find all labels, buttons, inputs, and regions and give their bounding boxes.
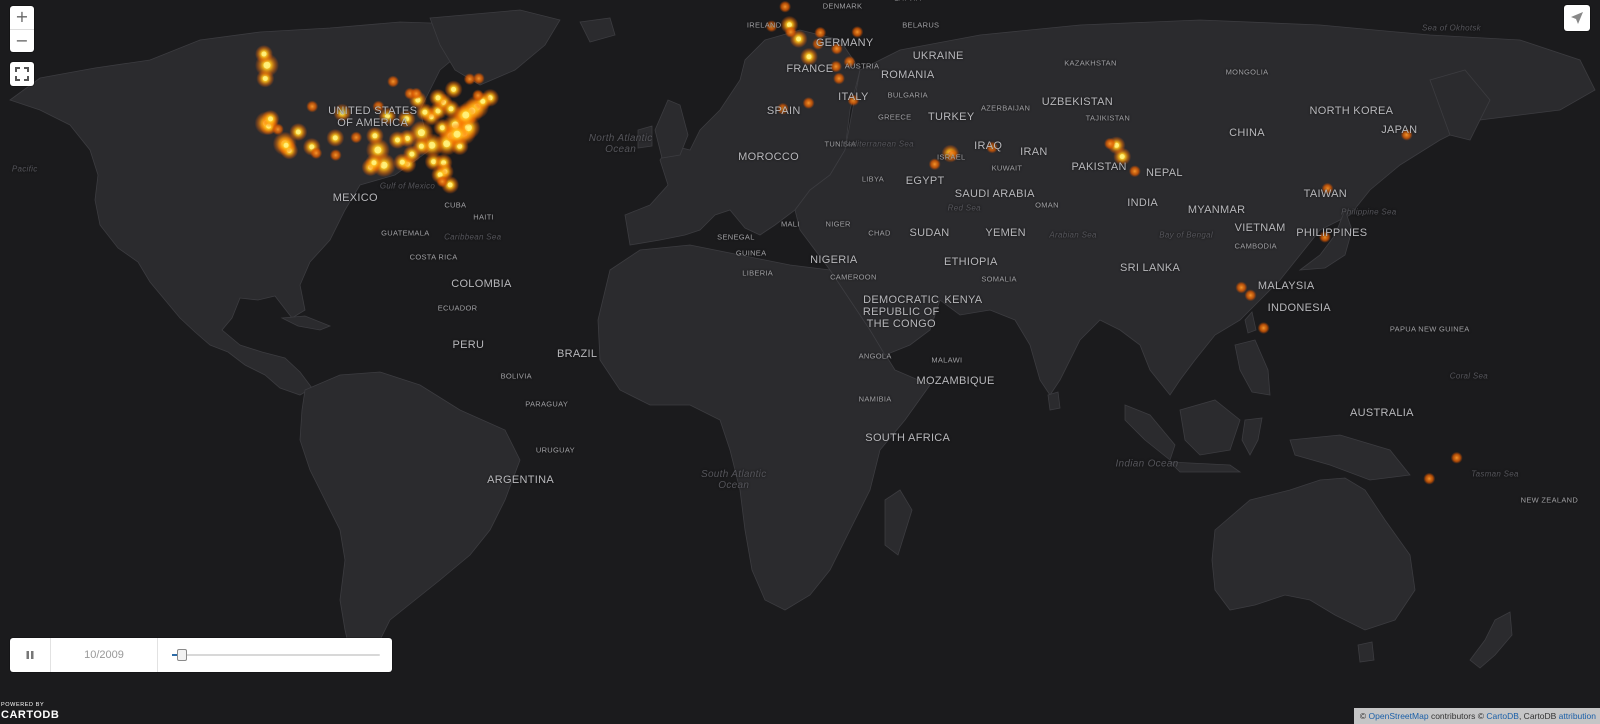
activity-point-core [806,54,812,60]
activity-point-core [395,137,400,143]
activity-point-core [453,130,461,138]
activity-point [472,89,484,102]
powered-by-text: POWERED BY [1,702,45,708]
cartodb-logo[interactable]: POWERED BY CARTODB [1,702,59,721]
attribution-after: , CartoDB [1518,711,1557,721]
activity-point-core [339,110,345,116]
time-slider[interactable] [172,638,380,672]
activity-point-core [422,109,428,115]
zoom-out-button[interactable]: − [10,29,34,53]
activity-point [802,97,815,109]
activity-point [843,55,856,68]
activity-point [387,75,400,88]
activity-point-core [451,86,457,92]
fullscreen-icon [15,67,29,81]
cartodb-link[interactable]: CartoDB [1486,711,1519,721]
pause-icon [26,651,34,659]
activity-point [847,94,860,107]
fullscreen-button[interactable] [10,62,34,86]
activity-point [779,0,792,13]
activity-point [1450,451,1463,464]
activity-point [410,87,423,100]
activity-point [812,37,825,50]
activity-point [1318,230,1331,243]
time-slider-control: 10/2009 [10,638,392,672]
land-ireland [637,125,653,149]
activity-point [329,149,342,162]
activity-point [1128,165,1141,178]
activity-point-core [295,129,301,135]
activity-point-core [435,95,441,101]
zoom-control: + − [10,6,34,52]
activity-point [776,102,789,115]
attribution-link[interactable]: attribution [1559,711,1596,721]
activity-point-core [447,182,453,188]
activity-point [350,131,363,144]
activity-point [372,100,385,113]
map-attribution: © OpenStreetMap contributors © CartoDB, … [1353,708,1600,724]
activity-point [271,123,284,136]
activity-point [436,175,449,188]
activity-point [1423,472,1436,485]
activity-point-core [268,116,273,122]
slider-track [172,654,380,656]
land-sri-lanka [1047,391,1061,411]
activity-point-core [417,129,425,137]
land-tasmania [1357,641,1375,663]
activity-point-core [261,51,267,57]
activity-point [830,42,843,55]
zoom-in-button[interactable]: + [10,6,34,29]
activity-point [833,72,845,85]
activity-point-core [371,160,377,166]
activity-point-core [372,133,378,139]
activity-point [784,26,797,38]
activity-point [306,100,319,113]
activity-point-core [283,142,289,148]
world-map[interactable] [0,0,1600,724]
logo-text: CARTODB [1,709,60,721]
activity-point [986,141,999,154]
activity-point-core [385,113,390,119]
activity-point-core [448,106,454,112]
activity-point [1257,322,1270,334]
activity-point [928,158,941,171]
current-date-label: 10/2009 [51,638,158,672]
activity-point [814,26,827,39]
activity-point-core [462,111,470,119]
activity-point [1400,128,1413,141]
map-app[interactable]: RUSSIACANADAUNITED STATES OF AMERICAMEXI… [0,0,1600,724]
activity-point-core [399,159,405,165]
activity-point-core [374,146,382,154]
activity-point [830,60,842,73]
activity-point-core [1119,154,1125,160]
activity-point [851,26,864,38]
openstreetmap-link[interactable]: OpenStreetMap [1369,711,1429,721]
activity-point-core [404,116,410,122]
activity-point-core [332,135,338,141]
activity-point [1244,289,1257,302]
activity-point [1104,137,1116,150]
activity-point-core [418,143,424,149]
activity-point [1321,182,1334,195]
activity-point [463,73,476,86]
activity-point [1235,281,1248,294]
pause-button[interactable] [10,638,51,672]
activity-point-core [796,36,802,42]
slider-handle[interactable] [177,649,188,661]
activity-point [765,20,778,33]
activity-point [310,147,323,160]
activity-point-core [409,151,415,157]
share-button[interactable] [1564,5,1590,31]
activity-point [946,149,959,162]
attribution-prefix: © [1359,711,1367,721]
attribution-mid: contributors © [1430,711,1484,721]
share-plane-icon [1571,12,1583,24]
